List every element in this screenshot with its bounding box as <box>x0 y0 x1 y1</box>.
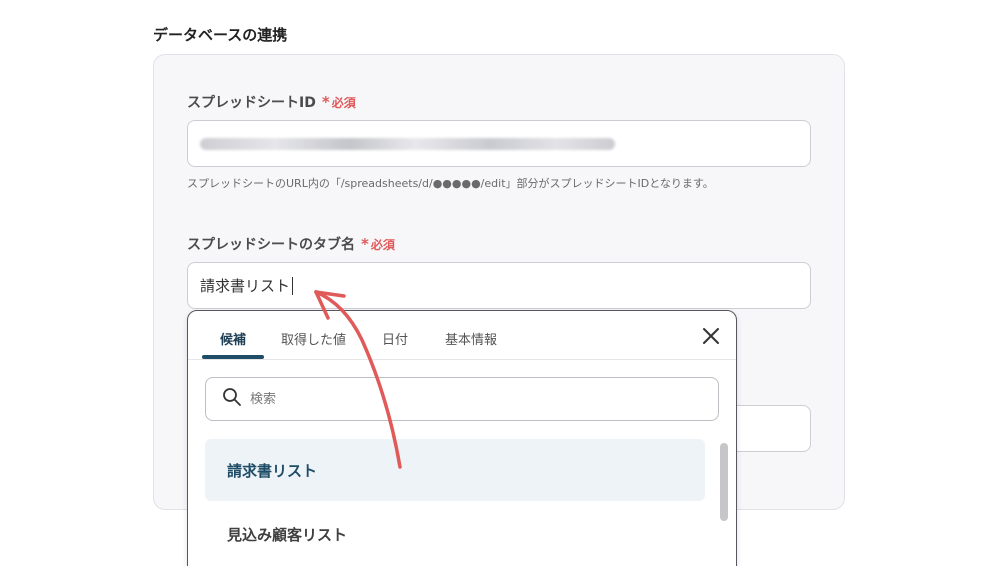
required-badge: * 必須 <box>361 235 395 253</box>
value-picker-dropdown: 候補 取得した値 日付 基本情報 請求書リスト <box>187 310 737 566</box>
tab-name-label-text: スプレッドシートのタブ名 <box>187 237 355 253</box>
option-label: 見込み顧客リスト <box>227 525 348 544</box>
tab-name-value: 請求書リスト <box>200 277 291 295</box>
section-title: データベースの連携 <box>153 26 288 44</box>
scrollbar[interactable] <box>720 439 728 566</box>
search-field[interactable] <box>205 377 719 421</box>
close-icon[interactable] <box>700 325 722 347</box>
option-invoice-list[interactable]: 請求書リスト <box>205 439 705 501</box>
spreadsheet-id-input[interactable] <box>187 120 811 167</box>
active-tab-indicator <box>202 355 264 359</box>
tab-fetched-values[interactable]: 取得した値 <box>281 329 346 348</box>
redacted-spreadsheet-id <box>200 137 615 150</box>
spreadsheet-id-label: スプレッドシートID * 必須 <box>187 92 356 112</box>
spreadsheet-id-help: スプレッドシートのURL内の「/spreadsheets/d/●●●●●/edi… <box>187 177 714 190</box>
text-caret <box>292 276 294 295</box>
tab-candidates[interactable]: 候補 <box>220 329 246 348</box>
required-asterisk-icon: * <box>361 235 369 253</box>
required-text: 必須 <box>331 96 356 110</box>
tab-name-label: スプレッドシートのタブ名 * 必須 <box>187 234 395 254</box>
tab-date[interactable]: 日付 <box>382 329 408 348</box>
spreadsheet-id-label-text: スプレッドシートID <box>187 95 316 111</box>
required-badge: * 必須 <box>321 93 356 111</box>
required-asterisk-icon: * <box>321 93 330 111</box>
tab-basic-info[interactable]: 基本情報 <box>445 329 497 348</box>
option-label: 請求書リスト <box>227 461 318 480</box>
picker-tabs: 候補 取得した値 日付 基本情報 <box>188 311 736 360</box>
page: データベースの連携 スプレッドシートID * 必須 スプレッドシートのURL内の「/… <box>0 0 1000 566</box>
search-icon <box>222 387 242 411</box>
option-prospect-list[interactable]: 見込み顧客リスト <box>205 503 705 565</box>
scrollbar-thumb[interactable] <box>720 443 728 521</box>
tab-name-input[interactable]: 請求書リスト <box>187 262 811 309</box>
required-text: 必須 <box>370 238 395 252</box>
search-input[interactable] <box>250 391 670 407</box>
